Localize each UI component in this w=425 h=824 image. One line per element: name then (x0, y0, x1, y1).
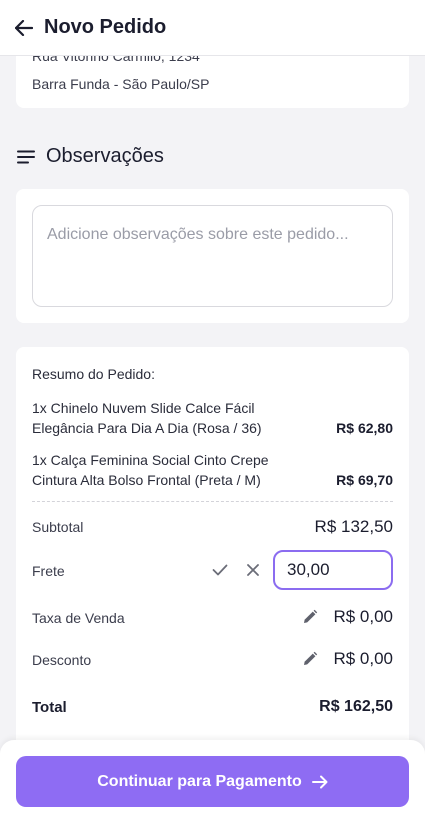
item-2-line-1: 1x Calça Feminina Social Cinto Crepe (32, 452, 269, 468)
confirm-check-icon[interactable] (210, 560, 230, 580)
summary-item-1-price: R$ 62,80 (336, 420, 393, 436)
item-2-line-2: Cintura Alta Bolso Frontal (Preta / M) (32, 472, 261, 488)
footer-bar: Continuar para Pagamento (0, 740, 425, 824)
order-summary-card: Resumo do Pedido: 1x Chinelo Nuvem Slide… (16, 347, 409, 747)
summary-divider (32, 501, 393, 502)
edit-taxa-pencil-icon[interactable] (300, 607, 320, 627)
arrow-right-icon (311, 775, 328, 789)
edit-desconto-pencil-icon[interactable] (300, 649, 320, 669)
page-title: Novo Pedido (44, 16, 167, 38)
cancel-close-icon[interactable] (243, 560, 263, 580)
summary-item-2-price: R$ 69,70 (336, 472, 393, 488)
item-1-line-2: Elegância Para Dia A Dia (Rosa / 36) (32, 420, 262, 436)
desconto-label: Desconto (32, 652, 92, 668)
item-1-line-1: 1x Chinelo Nuvem Slide Calce Fácil (32, 400, 255, 416)
summary-item-2-name: 1x Calça Feminina Social Cinto Crepe Cin… (32, 450, 322, 490)
observations-card (16, 189, 409, 323)
observations-heading: Observações (16, 145, 164, 168)
observations-input[interactable] (32, 205, 393, 307)
taxa-label: Taxa de Venda (32, 610, 125, 626)
summary-item-1-name: 1x Chinelo Nuvem Slide Calce Fácil Elegâ… (32, 398, 322, 438)
continue-payment-button[interactable]: Continuar para Pagamento (16, 756, 409, 807)
back-arrow-icon[interactable] (14, 18, 34, 38)
subtotal-label: Subtotal (32, 519, 84, 535)
frete-label: Frete (32, 563, 65, 579)
subtotal-value: R$ 132,50 (314, 517, 393, 536)
notes-icon (17, 150, 35, 163)
taxa-value: R$ 0,00 (333, 607, 393, 626)
address-district: Barra Funda - São Paulo/SP (32, 76, 210, 92)
desconto-value: R$ 0,00 (333, 649, 393, 668)
frete-input[interactable] (273, 550, 393, 590)
continue-payment-label: Continuar para Pagamento (97, 772, 302, 790)
total-value: R$ 162,50 (319, 698, 393, 715)
app-header: Novo Pedido (0, 0, 425, 56)
summary-label: Resumo do Pedido: (32, 366, 155, 382)
total-label: Total (32, 699, 67, 716)
observations-title: Observações (46, 145, 164, 167)
